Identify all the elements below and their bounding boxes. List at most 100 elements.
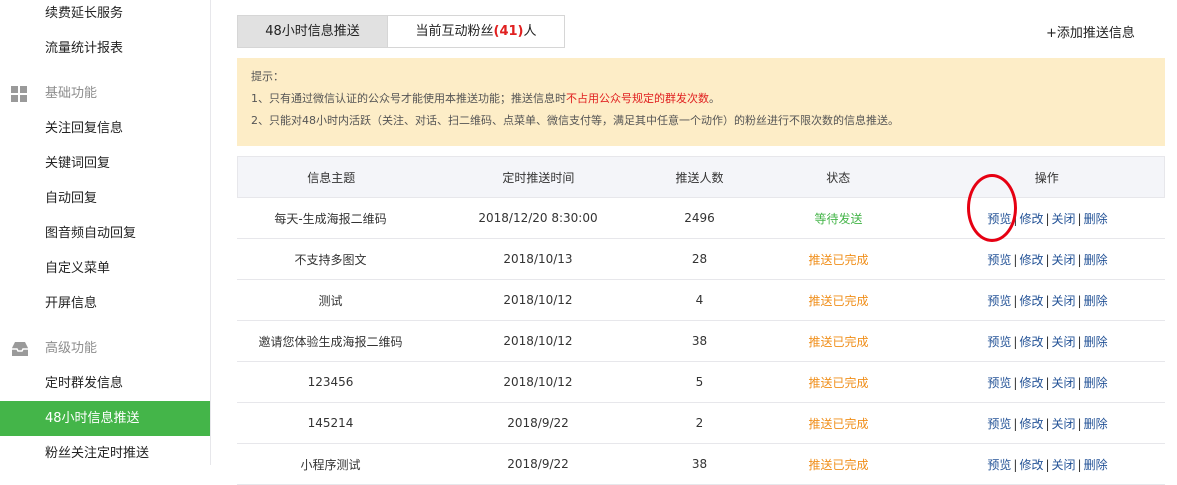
action-separator: | xyxy=(1045,211,1050,226)
action-separator: | xyxy=(1077,334,1082,349)
cell-time: 2018/10/13 xyxy=(503,252,573,266)
cell-status: 推送已完成 xyxy=(808,252,869,267)
fans-count: (41) xyxy=(493,24,524,39)
edit-link[interactable]: 修改 xyxy=(1019,253,1043,267)
sidebar-item-splash-info[interactable]: 开屏信息 xyxy=(0,286,210,321)
sidebar-group-basic: 基础功能 xyxy=(0,76,210,111)
cell-time: 2018/10/12 xyxy=(503,293,573,307)
sidebar-item-keyword-reply[interactable]: 关键词回复 xyxy=(0,146,210,181)
edit-link[interactable]: 修改 xyxy=(1019,294,1043,308)
action-separator: | xyxy=(1045,252,1050,267)
table-header: 信息主题 定时推送时间 推送人数 状态 操作 xyxy=(237,156,1165,198)
sidebar-item-renew[interactable]: 续费延长服务 xyxy=(0,0,210,31)
preview-link[interactable]: 预览 xyxy=(987,294,1011,308)
cell-count: 2496 xyxy=(684,211,715,225)
edit-link[interactable]: 修改 xyxy=(1019,417,1043,431)
header-count: 推送人数 xyxy=(675,170,724,185)
action-separator: | xyxy=(1077,252,1082,267)
cell-count: 38 xyxy=(691,334,708,348)
table-row: 邀请您体验生成海报二维码 2018/10/12 38 推送已完成 预览 | 修改 | 关闭 | 删除 xyxy=(237,321,1165,362)
notice-text: 。 xyxy=(709,92,720,105)
tab-active-fans[interactable]: 当前互动粉丝(41)人 xyxy=(388,15,565,48)
delete-link[interactable]: 删除 xyxy=(1084,335,1108,349)
sidebar-item-custom-menu[interactable]: 自定义菜单 xyxy=(0,251,210,286)
cell-actions: 预览 | 修改 | 关闭 | 删除 xyxy=(930,210,1165,227)
edit-link[interactable]: 修改 xyxy=(1019,335,1043,349)
table-row: 每天-生成海报二维码 2018/12/20 8:30:00 2496 等待发送 预览 | 修… xyxy=(237,198,1165,239)
notice-title: 提示： xyxy=(251,70,284,83)
close-link[interactable]: 关闭 xyxy=(1052,376,1076,390)
header-time: 定时推送时间 xyxy=(502,170,575,185)
cell-status: 推送已完成 xyxy=(808,375,869,390)
cell-count: 4 xyxy=(695,293,704,307)
sidebar-item-media-auto-reply[interactable]: 图音频自动回复 xyxy=(0,216,210,251)
annotation-circle xyxy=(967,174,1017,242)
cell-actions: 预览 | 修改 | 关闭 | 删除 xyxy=(930,333,1165,350)
action-separator: | xyxy=(1077,375,1082,390)
tab-48h-push[interactable]: 48小时信息推送 xyxy=(237,15,388,48)
main-content: 48小时信息推送 当前互动粉丝(41)人 +添加推送信息 提示： 1、只有通过微… xyxy=(211,0,1177,485)
sidebar-item-48h-push[interactable]: 48小时信息推送 xyxy=(0,401,210,436)
table-row: 测试 2018/10/12 4 推送已完成 预览 | 修改 | 关闭 | 删除 xyxy=(237,280,1165,321)
cell-topic: 每天-生成海报二维码 xyxy=(274,211,387,226)
cell-topic: 不支持多图文 xyxy=(294,252,367,267)
preview-link[interactable]: 预览 xyxy=(987,417,1011,431)
sidebar-item-follow-reply[interactable]: 关注回复信息 xyxy=(0,111,210,146)
close-link[interactable]: 关闭 xyxy=(1052,335,1076,349)
push-table: 信息主题 定时推送时间 推送人数 状态 操作 每天-生成海报二维码 2018/12… xyxy=(237,156,1165,485)
header-topic: 信息主题 xyxy=(307,170,356,185)
tab-bar: 48小时信息推送 当前互动粉丝(41)人 xyxy=(237,15,565,48)
grid-icon xyxy=(11,86,27,102)
action-separator: | xyxy=(1077,293,1082,308)
cell-count: 2 xyxy=(695,416,704,430)
tab-suffix: 人 xyxy=(523,24,537,39)
action-separator: | xyxy=(1077,416,1082,431)
sidebar-group-label: 高级功能 xyxy=(45,341,98,356)
sidebar-item-follow-scheduled-push[interactable]: 粉丝关注定时推送 xyxy=(0,436,210,471)
delete-link[interactable]: 删除 xyxy=(1084,253,1108,267)
cell-count: 28 xyxy=(691,252,708,266)
table-row: 145214 2018/9/22 2 推送已完成 预览 | 修改 | 关闭 | 删除 xyxy=(237,403,1165,444)
sidebar-item-scheduled-mass[interactable]: 定时群发信息 xyxy=(0,366,210,401)
cell-status: 等待发送 xyxy=(814,211,863,226)
edit-link[interactable]: 修改 xyxy=(1019,376,1043,390)
action-separator: | xyxy=(1045,416,1050,431)
cell-count: 38 xyxy=(691,457,708,471)
preview-link[interactable]: 预览 xyxy=(987,376,1011,390)
sidebar-group-label: 基础功能 xyxy=(45,86,98,101)
delete-link[interactable]: 删除 xyxy=(1084,417,1108,431)
cell-status: 推送已完成 xyxy=(808,457,869,472)
cell-topic: 145214 xyxy=(307,416,354,430)
edit-link[interactable]: 修改 xyxy=(1019,212,1043,226)
close-link[interactable]: 关闭 xyxy=(1052,253,1076,267)
notice-text: 1、只有通过微信认证的公众号才能使用本推送功能；推送信息时 xyxy=(251,92,566,105)
close-link[interactable]: 关闭 xyxy=(1052,417,1076,431)
cell-topic: 小程序测试 xyxy=(300,457,361,472)
tab-label: 当前互动粉丝 xyxy=(415,24,494,39)
cell-status: 推送已完成 xyxy=(808,416,869,431)
sidebar: 续费延长服务 流量统计报表 基础功能 关注回复信息 关键词回复 自动回复 图音频… xyxy=(0,0,211,465)
cell-actions: 预览 | 修改 | 关闭 | 删除 xyxy=(930,456,1165,473)
delete-link[interactable]: 删除 xyxy=(1084,212,1108,226)
cell-time: 2018/12/20 8:30:00 xyxy=(478,211,598,225)
sidebar-item-traffic-report[interactable]: 流量统计报表 xyxy=(0,31,210,66)
close-link[interactable]: 关闭 xyxy=(1052,212,1076,226)
add-push-link[interactable]: +添加推送信息 xyxy=(1046,22,1135,41)
header-actions: 操作 xyxy=(1034,170,1059,185)
cell-time: 2018/10/12 xyxy=(503,375,573,389)
close-link[interactable]: 关闭 xyxy=(1052,294,1076,308)
table-row: 123456 2018/10/12 5 推送已完成 预览 | 修改 | 关闭 | 删除 xyxy=(237,362,1165,403)
preview-link[interactable]: 预览 xyxy=(987,335,1011,349)
notice-line-1: 1、只有通过微信认证的公众号才能使用本推送功能；推送信息时不占用公众号规定的群发… xyxy=(251,92,1151,106)
cell-status: 推送已完成 xyxy=(808,334,869,349)
delete-link[interactable]: 删除 xyxy=(1084,294,1108,308)
preview-link[interactable]: 预览 xyxy=(987,253,1011,267)
cell-time: 2018/9/22 xyxy=(507,457,569,471)
notice-line-2: 2、只能对48小时内活跃（关注、对话、扫二维码、点菜单、微信支付等，满足其中任意… xyxy=(251,114,899,127)
cell-actions: 预览 | 修改 | 关闭 | 删除 xyxy=(930,292,1165,309)
sidebar-item-auto-reply[interactable]: 自动回复 xyxy=(0,181,210,216)
action-separator: | xyxy=(1077,211,1082,226)
cell-actions: 预览 | 修改 | 关闭 | 删除 xyxy=(930,374,1165,391)
notice-highlight: 不占用公众号规定的群发次数 xyxy=(566,92,709,105)
delete-link[interactable]: 删除 xyxy=(1084,376,1108,390)
